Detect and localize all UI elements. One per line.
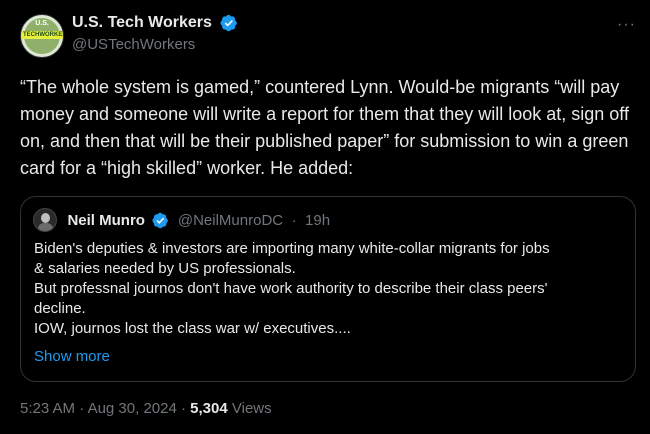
separator-dot: ·: [180, 400, 186, 417]
quoted-text-line: decline.: [34, 300, 86, 317]
quoted-text-line: Biden's deputies & investors are importi…: [34, 240, 550, 257]
separator-dot: ·: [291, 211, 297, 229]
quoted-author-avatar[interactable]: [33, 208, 57, 232]
verified-badge-icon: [220, 14, 238, 32]
avatar-logo-text: U.S.: [35, 20, 49, 27]
author-names: U.S. Tech Workers @USTechWorkers: [72, 14, 238, 53]
quoted-tweet-text: Biden's deputies & investors are importi…: [34, 239, 628, 339]
tweet-time[interactable]: 5:23 AM: [20, 400, 75, 417]
tweet-text: “The whole system is gamed,” countered L…: [20, 77, 629, 178]
quoted-tweet-time[interactable]: 19h: [305, 212, 330, 229]
ellipsis-icon: ···: [617, 16, 636, 33]
author-handle[interactable]: @USTechWorkers: [72, 36, 238, 53]
quoted-text-line: But professnal journos don't have work a…: [34, 280, 548, 297]
tweet-meta: 5:23 AM · Aug 30, 2024 · 5,304 Views: [20, 400, 272, 417]
quoted-text-line: IOW, journos lost the class war w/ execu…: [34, 320, 351, 337]
author-avatar[interactable]: U.S. TECHWORKERS: [20, 14, 64, 58]
quoted-tweet-card[interactable]: Neil Munro @NeilMunroDC · 19h Biden's de…: [20, 196, 636, 382]
tweet-date[interactable]: Aug 30, 2024: [88, 400, 177, 417]
show-more-link[interactable]: Show more: [34, 348, 110, 365]
quoted-author-name[interactable]: Neil Munro: [67, 212, 145, 229]
views-count: 5,304: [190, 400, 228, 417]
avatar-logo-band-text: TECHWORKERS: [23, 32, 63, 38]
avatar-face: [41, 213, 50, 223]
author-display-name[interactable]: U.S. Tech Workers: [72, 14, 212, 32]
quoted-text-line: & salaries needed by US professionals.: [34, 260, 296, 277]
verified-badge-icon: [152, 212, 169, 228]
separator-dot: ·: [79, 400, 85, 417]
quoted-tweet-header: Neil Munro @NeilMunroDC · 19h: [33, 208, 330, 232]
views-label: Views: [231, 400, 272, 417]
more-options-button[interactable]: ···: [617, 16, 636, 34]
tweet-header: U.S. TECHWORKERS U.S. Tech Workers @USTe…: [20, 12, 640, 60]
quoted-author-handle[interactable]: @NeilMunroDC: [178, 212, 283, 229]
avatar-body: [38, 223, 53, 231]
